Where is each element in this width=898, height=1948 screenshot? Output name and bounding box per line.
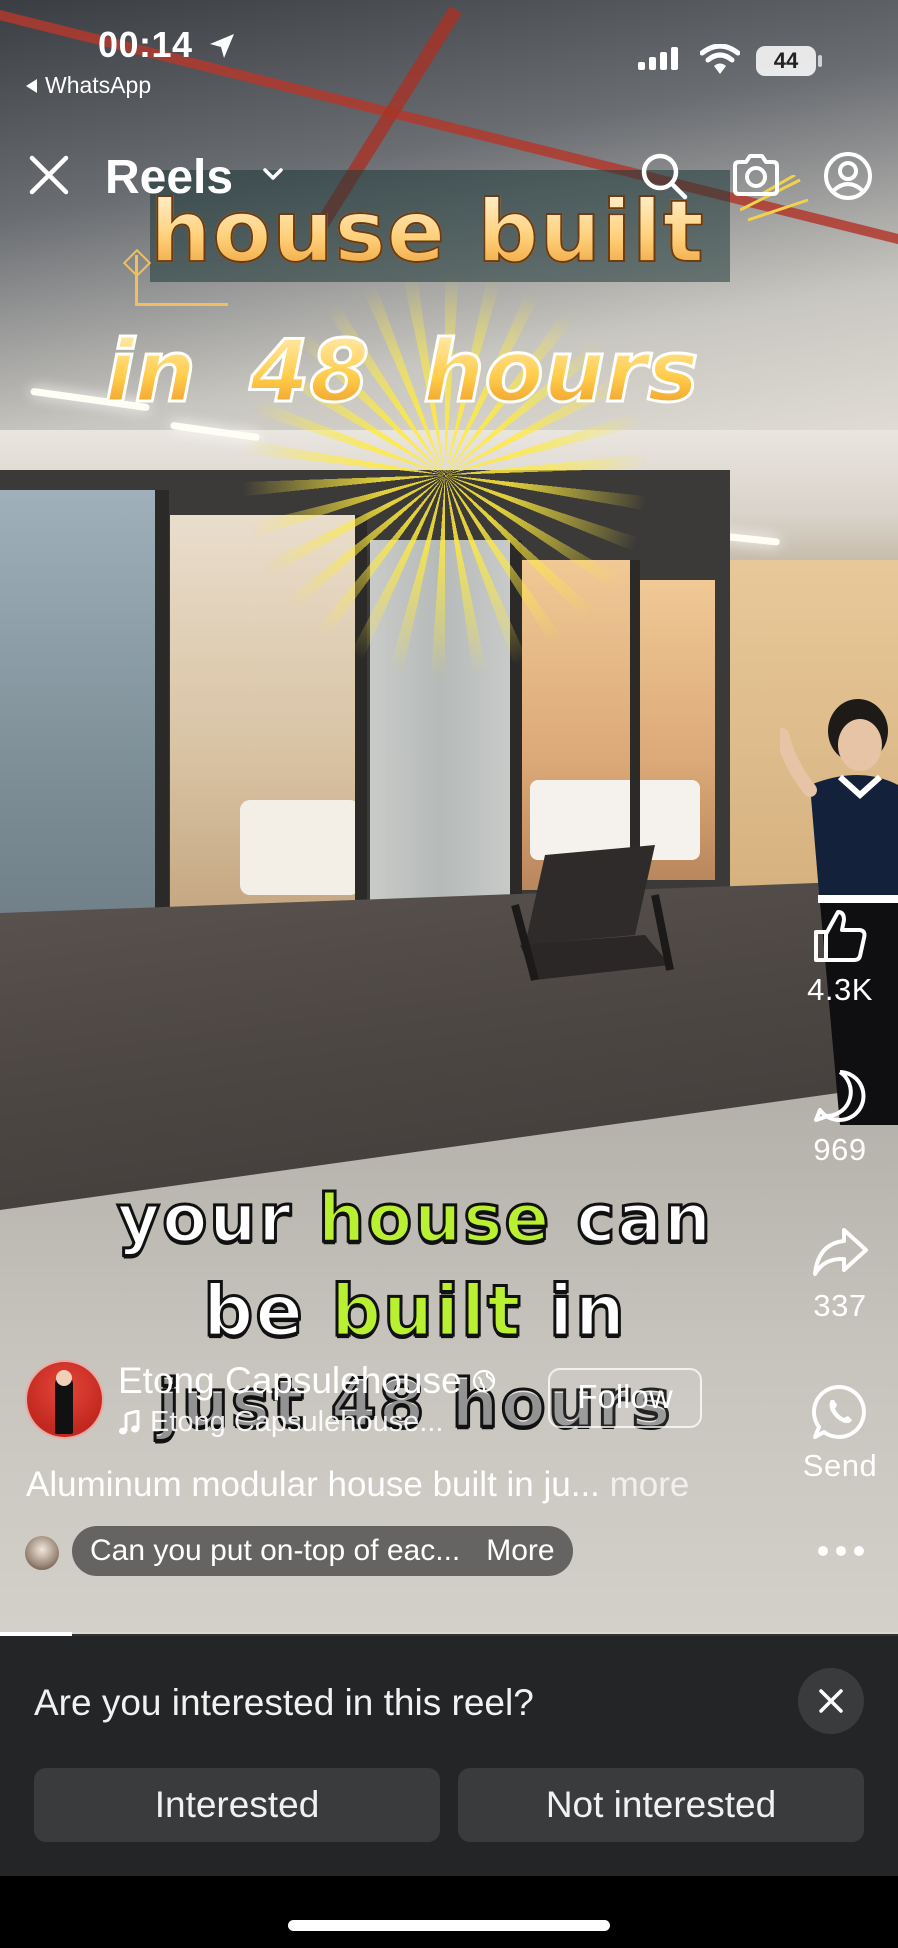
not-interested-button[interactable]: Not interested (458, 1768, 864, 1842)
close-icon[interactable] (28, 154, 70, 196)
back-triangle-icon (26, 78, 37, 93)
interested-button[interactable]: Interested (34, 1768, 440, 1842)
video-chair (511, 845, 674, 982)
caption-highlight: house (316, 1179, 552, 1259)
more-options-icon[interactable] (815, 1540, 867, 1562)
battery-indicator: 44 (756, 46, 816, 76)
caption-text: your (116, 1179, 318, 1259)
interest-prompt-panel: Are you interested in this reel? Interes… (0, 1636, 898, 1876)
whatsapp-icon (811, 1384, 866, 1439)
location-arrow-icon (210, 34, 234, 58)
status-time: 00:14 (98, 24, 193, 65)
commenter-avatar (25, 1536, 59, 1570)
comment-more-link[interactable]: More (486, 1534, 554, 1568)
caption-line1: your house can (0, 1179, 830, 1259)
audio-track-text: Etong Capsulehouse... (150, 1406, 444, 1438)
chevron-down-icon[interactable] (262, 166, 284, 182)
reel-description[interactable]: Aluminum modular house built in ju... mo… (26, 1465, 689, 1505)
headline-line2: in 48 hours (104, 321, 805, 424)
close-icon (819, 1689, 843, 1713)
comment-bubble-icon (814, 1070, 866, 1122)
description-text: Aluminum modular house built in ju... (26, 1465, 600, 1504)
interest-question: Are you interested in this reel? (34, 1682, 534, 1723)
back-to-app-link[interactable]: WhatsApp (26, 72, 151, 99)
send-action[interactable]: Send (790, 1382, 890, 1484)
profile-icon[interactable] (822, 150, 874, 202)
reels-screen: house built in 48 hours your house can b… (0, 0, 898, 1948)
author-name-text: Etong Capsulehouse (118, 1360, 462, 1401)
caption-text: can (551, 1179, 713, 1259)
caption-highlight: built (330, 1269, 523, 1354)
share-arrow-icon (813, 1228, 868, 1276)
description-more-link[interactable]: more (610, 1465, 690, 1504)
audio-track[interactable]: Etong Capsulehouse... (118, 1406, 443, 1439)
music-note-icon (119, 1409, 140, 1434)
dismiss-prompt-button[interactable] (798, 1668, 864, 1734)
wifi-icon (700, 44, 740, 74)
avatar-head (56, 1370, 72, 1386)
globe-icon (472, 1369, 495, 1393)
send-label: Send (802, 1448, 878, 1483)
author-name[interactable]: Etong Capsulehouse (118, 1360, 496, 1402)
video-frame (155, 490, 169, 980)
reels-title[interactable]: Reels (105, 150, 233, 205)
home-indicator[interactable] (288, 1920, 610, 1931)
like-action[interactable]: 4.3K (790, 906, 890, 1008)
author-avatar[interactable] (25, 1360, 104, 1439)
home-indicator-area (0, 1876, 898, 1948)
back-app-label: WhatsApp (45, 72, 152, 98)
status-bar: 00:14 WhatsApp 44 (0, 0, 898, 110)
share-action[interactable]: 337 (790, 1222, 890, 1324)
comment-preview-text: Can you put on-top of eac... (90, 1534, 461, 1567)
caption-text: be (202, 1269, 332, 1354)
follow-button[interactable]: Follow (548, 1368, 702, 1428)
search-icon[interactable] (638, 150, 690, 202)
caption-line2: be built in (0, 1269, 830, 1354)
video-frame (630, 560, 640, 890)
video-sofa (240, 800, 360, 895)
video-room (0, 490, 155, 980)
battery-nub (818, 55, 822, 67)
camera-icon[interactable] (730, 150, 782, 202)
cellular-signal-icon (638, 47, 678, 70)
thumbs-up-icon (814, 910, 867, 962)
comment-action[interactable]: 969 (790, 1066, 890, 1168)
comment-preview[interactable]: Can you put on-top of eac... More (72, 1526, 573, 1576)
share-count: 337 (813, 1288, 867, 1323)
caption-text: in (522, 1269, 627, 1354)
like-count: 4.3K (807, 972, 873, 1007)
comment-count: 969 (813, 1132, 867, 1167)
